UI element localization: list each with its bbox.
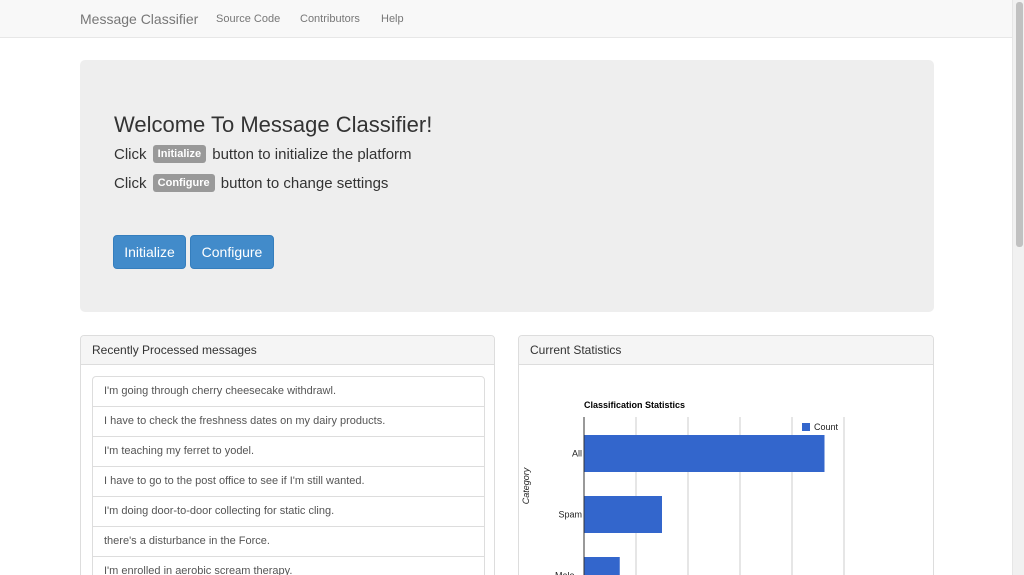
- chart-bar: [584, 496, 662, 533]
- instruction-prefix: Click: [114, 175, 147, 192]
- list-item[interactable]: there's a disturbance in the Force.: [92, 526, 485, 557]
- page-scrollbar[interactable]: [1012, 0, 1024, 575]
- initialize-badge: Initialize: [152, 145, 207, 163]
- configure-badge: Configure: [152, 174, 215, 192]
- recent-messages-heading: Recently Processed messages: [81, 336, 494, 365]
- list-item[interactable]: I'm enrolled in aerobic scream therapy.: [92, 556, 485, 575]
- navbar: Message Classifier Source Code Contribut…: [0, 0, 1012, 38]
- nav-link-help[interactable]: Help: [381, 13, 404, 25]
- list-item[interactable]: I'm going through cherry cheesecake with…: [92, 376, 485, 407]
- nav-link-source-code[interactable]: Source Code: [216, 13, 280, 25]
- list-item[interactable]: I have to check the freshness dates on m…: [92, 406, 485, 437]
- nav-link-contributors[interactable]: Contributors: [300, 13, 360, 25]
- list-item[interactable]: I'm teaching my ferret to yodel.: [92, 436, 485, 467]
- statistics-heading: Current Statistics: [519, 336, 933, 365]
- message-list: I'm going through cherry cheesecake with…: [92, 376, 485, 575]
- instruction-configure: Click Configure button to change setting…: [114, 174, 388, 192]
- configure-button[interactable]: Configure: [190, 235, 274, 269]
- initialize-button[interactable]: Initialize: [113, 235, 186, 269]
- chart-bar: [584, 435, 825, 472]
- welcome-jumbotron: Welcome To Message Classifier! Click Ini…: [80, 60, 934, 312]
- chart-axis-title: Category: [521, 467, 531, 504]
- chart-legend-swatch: [802, 423, 810, 431]
- recent-messages-panel: Recently Processed messages I'm going th…: [80, 335, 495, 575]
- instruction-suffix: button to initialize the platform: [212, 146, 412, 163]
- instruction-prefix: Click: [114, 146, 147, 163]
- chart-bar: [584, 557, 620, 575]
- chart-category-label: Male...: [555, 571, 582, 575]
- instruction-suffix: button to change settings: [220, 175, 389, 192]
- list-item[interactable]: I'm doing door-to-door collecting for st…: [92, 496, 485, 527]
- instruction-initialize: Click Initialize button to initialize th…: [114, 145, 412, 163]
- list-item[interactable]: I have to go to the post office to see i…: [92, 466, 485, 497]
- chart-legend-label: Count: [814, 422, 839, 432]
- classification-chart: Classification Statistics All Spam Male... C…: [521, 400, 845, 575]
- statistics-panel: Current Statistics Classification Statis…: [518, 335, 934, 575]
- chart-category-label: Spam: [558, 510, 582, 520]
- brand-link[interactable]: Message Classifier: [80, 11, 198, 27]
- scrollbar-thumb[interactable]: [1016, 2, 1023, 247]
- welcome-title: Welcome To Message Classifier!: [114, 112, 433, 137]
- chart-category-label: All: [572, 449, 582, 459]
- chart-title: Classification Statistics: [584, 400, 685, 410]
